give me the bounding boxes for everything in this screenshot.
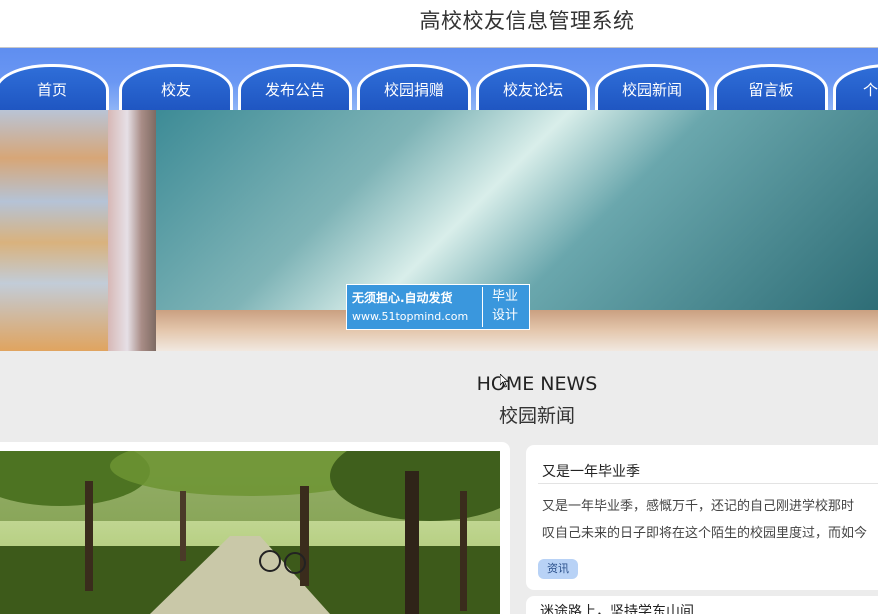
banner-frame xyxy=(108,110,156,351)
news-photo-card[interactable] xyxy=(0,442,510,614)
news-heading-en: HOME NEWS xyxy=(476,373,598,395)
nav-tab-personal[interactable]: 个 xyxy=(833,64,878,110)
watermark-line1: 无须担心.自动发货 xyxy=(352,291,453,305)
nav-tab-forum[interactable]: 校友论坛 xyxy=(476,64,590,110)
nav-tab-home[interactable]: 首页 xyxy=(0,64,109,110)
news-item-2-title[interactable]: 迷途路上，坚持学东山间 xyxy=(540,601,694,614)
watermark-badge1: 毕业 xyxy=(491,289,518,304)
site-title: 高校校友信息管理系统 xyxy=(419,9,635,33)
news-item-divider xyxy=(538,483,878,484)
news-item-excerpt-line1: 又是一年毕业季，感慨万千，还记的自己刚进学校那时 xyxy=(542,499,855,514)
nav-tab-message-board[interactable]: 留言板 xyxy=(714,64,828,110)
main-nav: 首页 校友 发布公告 校园捐赠 校友论坛 校园新闻 留言板 个 xyxy=(0,48,878,110)
banner-blackboard xyxy=(156,110,878,310)
watermark-badge: 无须担心.自动发货 www.51topmind.com 毕业 设计 xyxy=(346,284,530,330)
header: 高校校友信息管理系统 xyxy=(0,0,878,48)
news-heading-cn: 校园新闻 xyxy=(498,405,575,427)
watermark-url: www.51topmind.com xyxy=(352,310,469,323)
mouse-cursor-icon xyxy=(500,374,508,388)
nav-tab-news[interactable]: 校园新闻 xyxy=(595,64,709,110)
watermark-badge2: 设计 xyxy=(491,308,518,323)
nav-tab-announcements[interactable]: 发布公告 xyxy=(238,64,352,110)
watermark-tag: 毕业 设计 xyxy=(482,287,527,327)
news-item-card[interactable]: 又是一年毕业季 又是一年毕业季，感慨万千，还记的自己刚进学校那时 叹自己未来的日… xyxy=(526,445,878,590)
watermark-text: 无须担心.自动发货 www.51topmind.com xyxy=(352,289,468,323)
nav-tab-alumni[interactable]: 校友 xyxy=(119,64,233,110)
news-item-excerpt: 又是一年毕业季，感慨万千，还记的自己刚进学校那时 叹自己未来的日子即将在这个陌生… xyxy=(542,493,878,547)
news-item-tag[interactable]: 资讯 xyxy=(538,559,578,579)
campus-tree-photo xyxy=(0,451,500,614)
news-item-title[interactable]: 又是一年毕业季 xyxy=(542,461,640,481)
news-item-card-2[interactable]: 迷途路上，坚持学东山间 xyxy=(526,596,878,614)
news-item-excerpt-line2: 叹自己未来的日子即将在这个陌生的校园里度过，而如今 xyxy=(542,526,868,541)
nav-tab-donation[interactable]: 校园捐赠 xyxy=(357,64,471,110)
banner-left-panel xyxy=(0,110,108,351)
